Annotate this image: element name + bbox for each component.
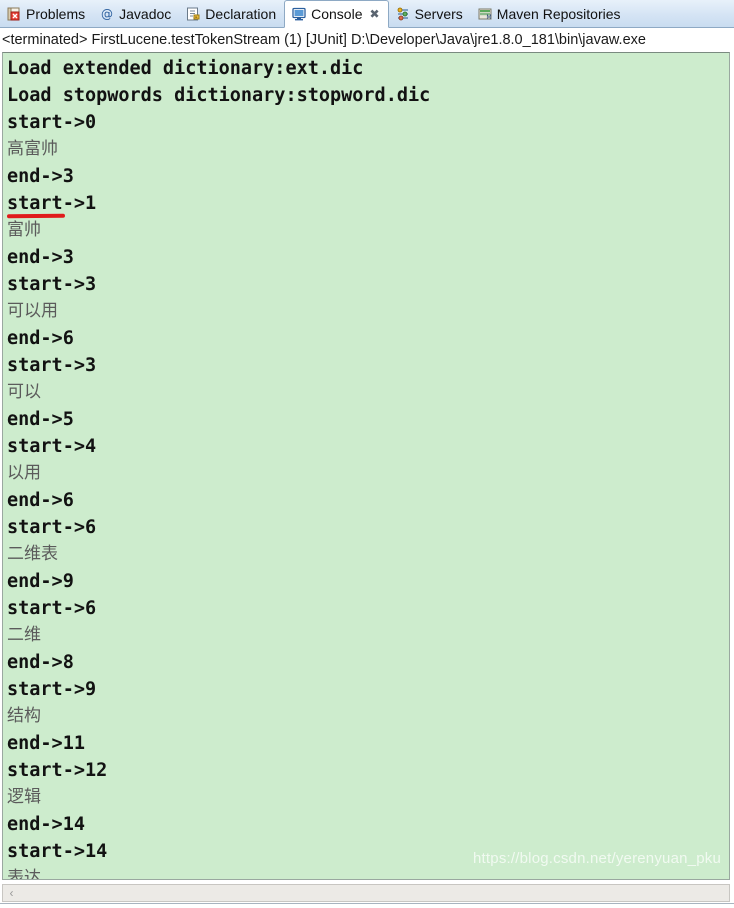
console-line: 富帅 xyxy=(7,220,41,240)
servers-icon xyxy=(395,6,411,22)
tab-declaration[interactable]: Declaration xyxy=(179,0,284,27)
console-line: start->6 xyxy=(7,598,97,619)
window-bottom-edge xyxy=(0,903,734,908)
tab-maven-repositories-label: Maven Repositories xyxy=(496,5,621,22)
launch-configuration-line: <terminated> FirstLucene.testTokenStream… xyxy=(0,28,734,52)
red-annotation-underline xyxy=(6,213,66,219)
console-line: Load extended dictionary:ext.dic xyxy=(7,58,364,79)
console-line: 可以 xyxy=(7,382,41,402)
console-line: end->3 xyxy=(7,247,74,268)
console-line: end->14 xyxy=(7,814,85,835)
console-icon xyxy=(291,6,307,22)
tab-console[interactable]: Console ✖ xyxy=(284,0,389,28)
console-line: Load stopwords dictionary:stopword.dic xyxy=(7,85,431,106)
tab-javadoc-label: Javadoc xyxy=(119,5,172,22)
console-line: 结构 xyxy=(7,706,41,726)
console-line: end->6 xyxy=(7,328,74,349)
console-line: start->6 xyxy=(7,517,97,538)
scroll-left-arrow-icon[interactable]: ‹ xyxy=(3,885,20,901)
tab-servers-label: Servers xyxy=(414,5,463,22)
tab-maven-repositories[interactable]: M Maven Repositories xyxy=(471,0,629,27)
view-tab-bar: Problems @ Javadoc Declaration Console ✖… xyxy=(0,0,734,28)
console-line: 高富帅 xyxy=(7,139,58,159)
svg-text:@: @ xyxy=(101,7,113,21)
console-line: 二维 xyxy=(7,625,41,645)
console-line: 以用 xyxy=(7,463,41,483)
console-line-list: Load extended dictionary:ext.dic Load sto… xyxy=(7,55,729,880)
console-line: start->1 xyxy=(7,193,97,214)
console-line: start->4 xyxy=(7,436,97,457)
horizontal-scrollbar[interactable]: ‹ xyxy=(2,884,730,902)
console-line: 可以用 xyxy=(7,301,58,321)
tab-problems-label: Problems xyxy=(26,5,86,22)
console-line: start->3 xyxy=(7,274,97,295)
console-line: end->11 xyxy=(7,733,85,754)
launch-configuration-text: <terminated> FirstLucene.testTokenStream… xyxy=(2,32,646,48)
tab-console-label: Console xyxy=(311,6,363,22)
console-line: 二维表 xyxy=(7,544,58,564)
console-line: end->3 xyxy=(7,166,74,187)
console-line: end->5 xyxy=(7,409,74,430)
console-line: 逻辑 xyxy=(7,787,41,807)
console-line: start->12 xyxy=(7,760,108,781)
console-output-area[interactable]: Load extended dictionary:ext.dic Load sto… xyxy=(2,52,730,880)
console-line: end->9 xyxy=(7,571,74,592)
console-line: 表达 xyxy=(7,868,41,880)
console-line: start->14 xyxy=(7,841,108,862)
svg-text:M: M xyxy=(486,14,491,21)
problems-icon xyxy=(6,6,22,22)
console-line: start->9 xyxy=(7,679,97,700)
console-line: end->6 xyxy=(7,490,74,511)
tab-servers[interactable]: Servers xyxy=(389,0,471,27)
declaration-icon xyxy=(185,6,201,22)
tab-javadoc[interactable]: @ Javadoc xyxy=(93,0,179,27)
console-line: start->0 xyxy=(7,112,97,133)
maven-repositories-icon: M xyxy=(477,6,493,22)
tab-declaration-label: Declaration xyxy=(205,5,277,22)
console-line: start->3 xyxy=(7,355,97,376)
close-icon[interactable]: ✖ xyxy=(370,8,380,20)
javadoc-icon: @ xyxy=(99,6,115,22)
console-line: end->8 xyxy=(7,652,74,673)
tab-problems[interactable]: Problems xyxy=(0,0,93,27)
